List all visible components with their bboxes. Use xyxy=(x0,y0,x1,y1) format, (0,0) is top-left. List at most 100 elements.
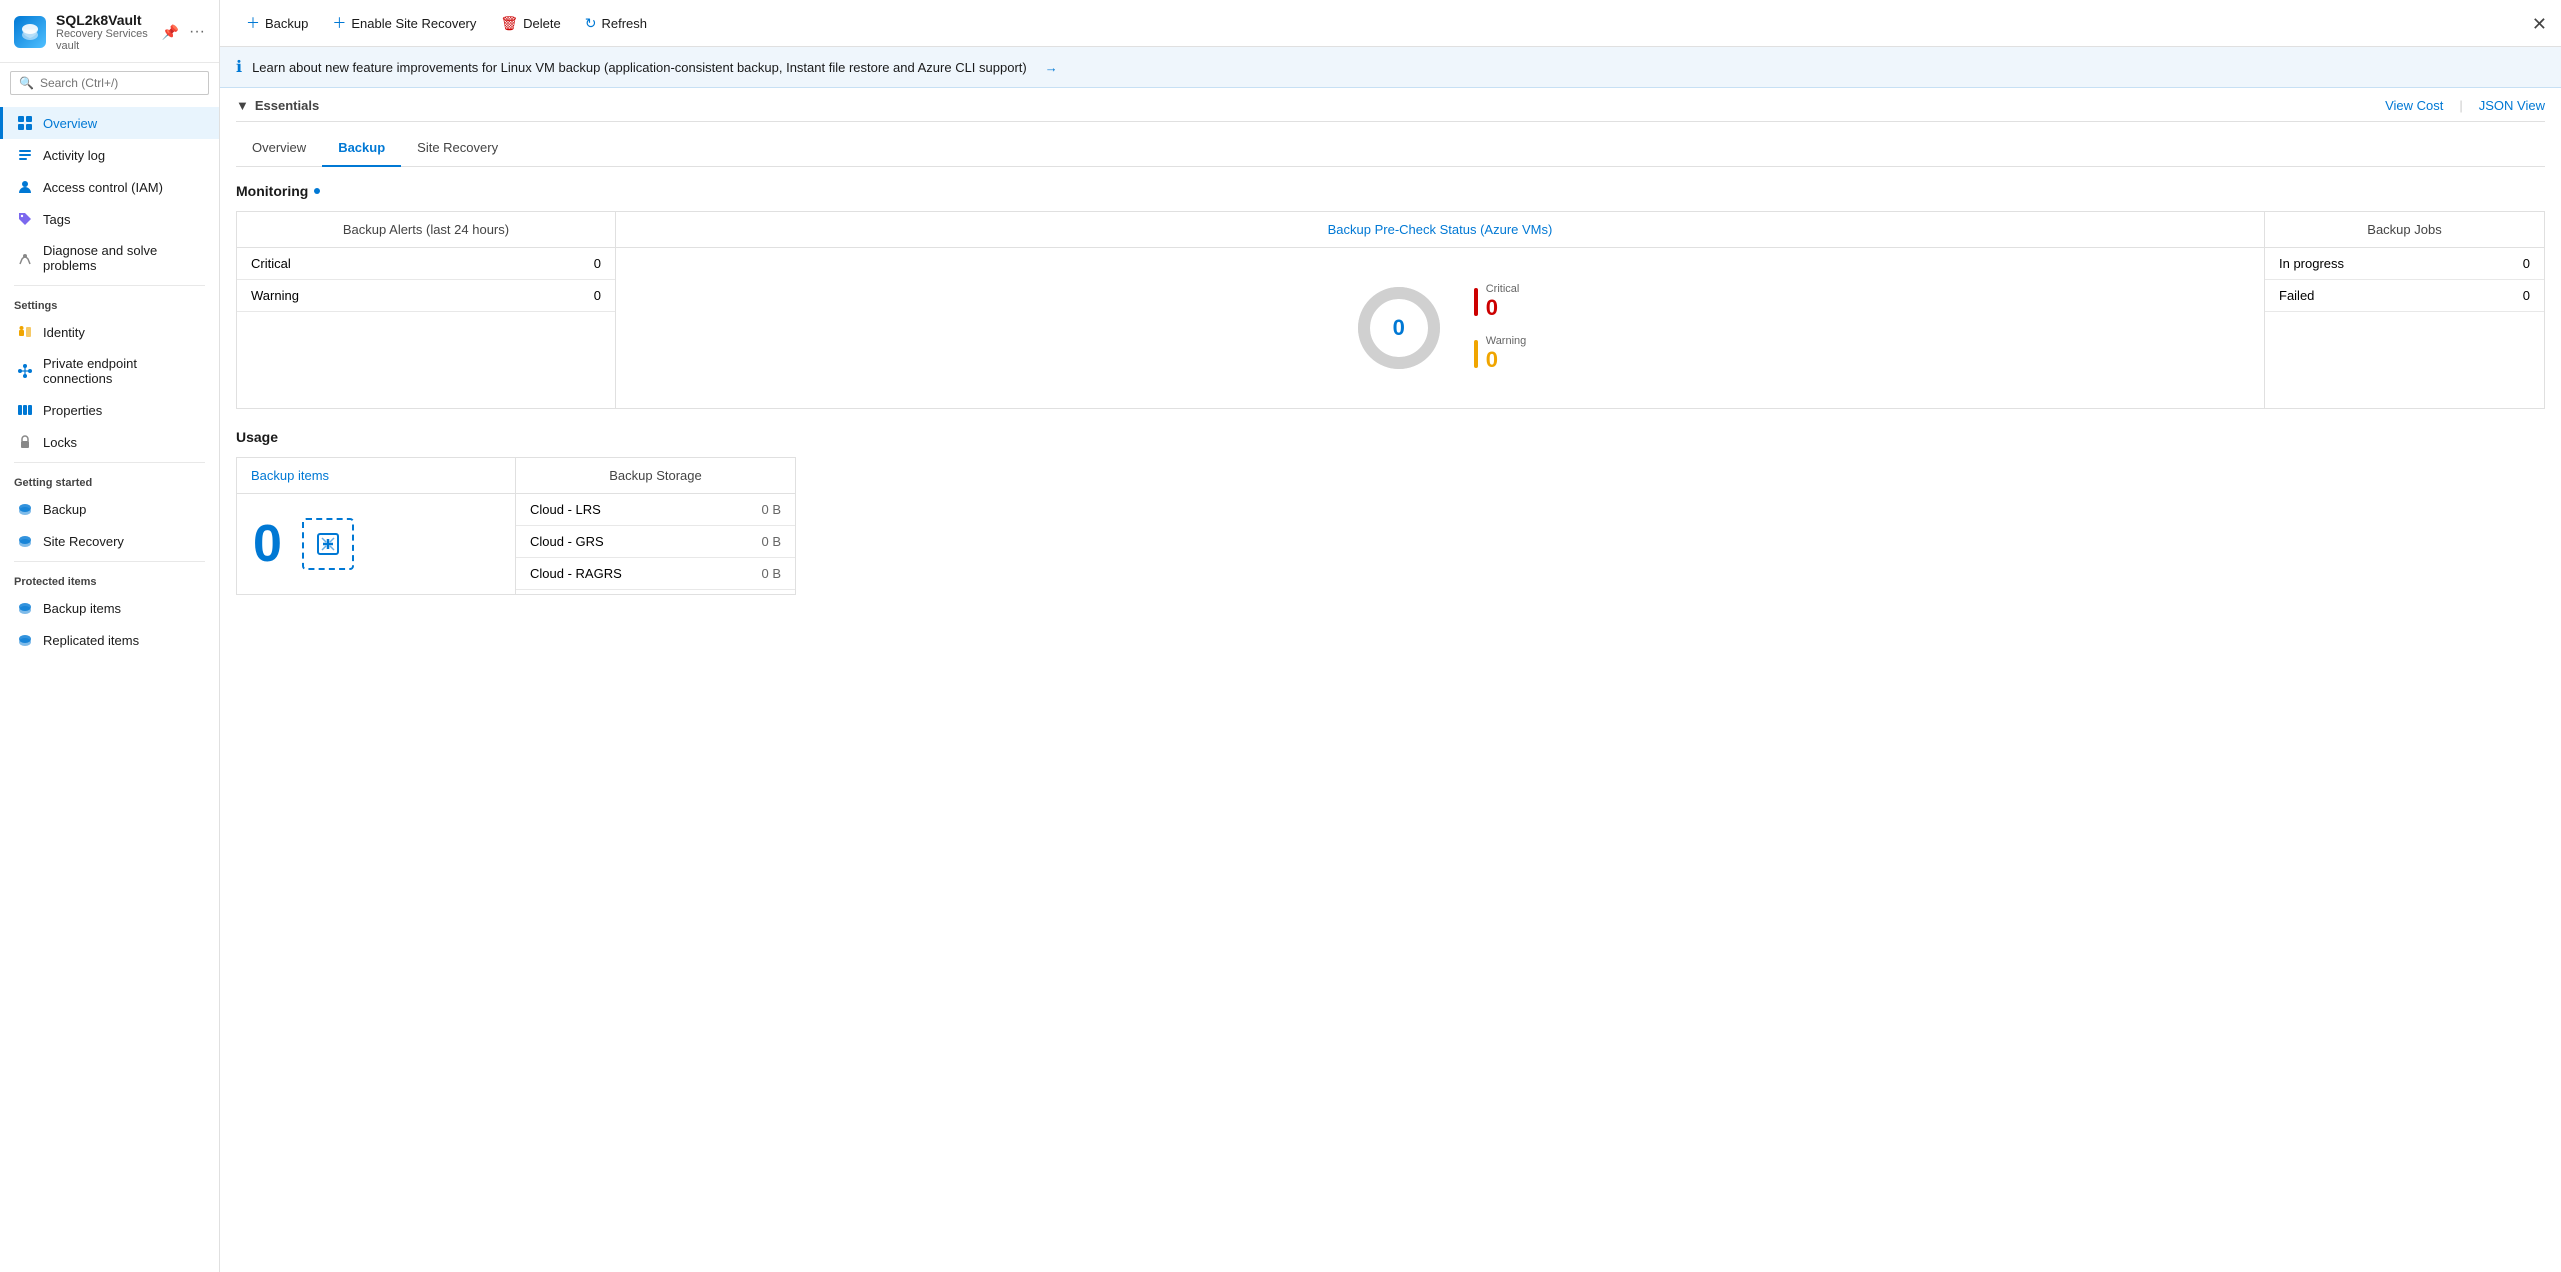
job-row-inprogress[interactable]: In progress 0 xyxy=(2265,248,2544,280)
storage-row-lrs[interactable]: Cloud - LRS 0 B xyxy=(516,494,795,526)
sidebar-item-diagnose[interactable]: Diagnose and solve problems xyxy=(0,235,219,281)
sidebar-label-diagnose: Diagnose and solve problems xyxy=(43,243,205,273)
storage-ragrs-label: Cloud - RAGRS xyxy=(516,558,716,590)
sidebar-item-activity-log[interactable]: Activity log xyxy=(0,139,219,171)
protected-items-section-label: Protected items xyxy=(0,566,219,592)
critical-value: 0 xyxy=(1486,295,1520,321)
backup-items-card: Backup items 0 xyxy=(236,457,516,595)
toolbar: ＋ Backup ＋ Enable Site Recovery 🗑 Delete… xyxy=(220,0,2561,47)
storage-row-ragrs[interactable]: Cloud - RAGRS 0 B xyxy=(516,558,795,590)
backup-storage-header: Backup Storage xyxy=(516,458,795,494)
backup-items-title: Backup items xyxy=(251,468,329,483)
job-row-failed[interactable]: Failed 0 xyxy=(2265,280,2544,312)
sidebar-item-identity[interactable]: Identity xyxy=(0,316,219,348)
storage-row-grs[interactable]: Cloud - GRS 0 B xyxy=(516,526,795,558)
job-failed-value: 0 xyxy=(2467,280,2544,312)
alert-row-warning[interactable]: Warning 0 xyxy=(237,280,615,312)
backup-items-icon xyxy=(17,600,33,616)
sidebar-search-box[interactable]: 🔍 xyxy=(10,71,209,95)
window-close-button[interactable]: ✕ xyxy=(2532,14,2547,35)
storage-grs-label: Cloud - GRS xyxy=(516,526,716,558)
pin-icon[interactable]: 📌 xyxy=(162,24,179,41)
backup-items-header[interactable]: Backup items xyxy=(237,458,515,494)
enable-site-recovery-button[interactable]: ＋ Enable Site Recovery xyxy=(322,8,486,38)
backup-alerts-table: Critical 0 Warning 0 xyxy=(237,248,615,312)
search-input[interactable] xyxy=(40,76,200,90)
tab-overview[interactable]: Overview xyxy=(236,134,322,167)
backup-storage-title: Backup Storage xyxy=(609,468,702,483)
more-icon[interactable]: ··· xyxy=(189,23,205,41)
sidebar-label-private-endpoint: Private endpoint connections xyxy=(43,356,205,386)
sidebar-item-access-control[interactable]: Access control (IAM) xyxy=(0,171,219,203)
sidebar-label-site-recovery: Site Recovery xyxy=(43,534,124,549)
enable-site-recovery-label: Enable Site Recovery xyxy=(351,16,476,31)
sidebar-label-backup-items: Backup items xyxy=(43,601,121,616)
tab-site-recovery[interactable]: Site Recovery xyxy=(401,134,514,167)
tab-backup[interactable]: Backup xyxy=(322,134,401,167)
backup-storage-card: Backup Storage Cloud - LRS 0 B Cloud - G… xyxy=(516,457,796,595)
sidebar-item-site-recovery[interactable]: Site Recovery xyxy=(0,525,219,557)
sidebar-item-backup[interactable]: Backup xyxy=(0,493,219,525)
storage-lrs-value: 0 B xyxy=(716,494,795,526)
sidebar-item-private-endpoint[interactable]: Private endpoint connections xyxy=(0,348,219,394)
sidebar-item-backup-items[interactable]: Backup items xyxy=(0,592,219,624)
storage-lrs-label: Cloud - LRS xyxy=(516,494,716,526)
alert-warning-value: 0 xyxy=(495,280,615,312)
alert-row-critical[interactable]: Critical 0 xyxy=(237,248,615,280)
tabs-bar: Overview Backup Site Recovery xyxy=(236,122,2545,167)
view-cost-link[interactable]: View Cost xyxy=(2385,98,2443,113)
sidebar-label-locks: Locks xyxy=(43,435,77,450)
legend-critical: Critical 0 xyxy=(1474,283,1527,321)
precheck-header[interactable]: Backup Pre-Check Status (Azure VMs) xyxy=(616,212,2264,248)
backup-items-icon-box xyxy=(302,518,354,570)
diagnose-icon xyxy=(17,250,33,266)
donut-chart: 0 xyxy=(1354,283,1444,373)
activity-log-icon xyxy=(17,147,33,163)
refresh-icon: ↻ xyxy=(585,15,597,32)
backup-items-body: 0 xyxy=(237,494,515,594)
job-inprogress-label: In progress xyxy=(2265,248,2467,280)
alert-critical-value: 0 xyxy=(495,248,615,280)
sidebar-label-access-control: Access control (IAM) xyxy=(43,180,163,195)
usage-title-text: Usage xyxy=(236,429,278,445)
sidebar-vault-type: Recovery Services vault xyxy=(56,28,152,52)
content-area: ▼ Essentials View Cost | JSON View Overv… xyxy=(220,88,2561,1272)
warning-value: 0 xyxy=(1486,347,1527,373)
info-banner-arrow[interactable]: → xyxy=(1045,60,1058,75)
json-view-link[interactable]: JSON View xyxy=(2479,98,2545,113)
job-inprogress-value: 0 xyxy=(2467,248,2544,280)
usage-section-title: Usage xyxy=(236,429,2545,445)
alert-critical-label: Critical xyxy=(237,248,495,280)
essentials-toggle[interactable]: ▼ Essentials xyxy=(236,98,319,113)
sidebar-label-backup: Backup xyxy=(43,502,86,517)
backup-jobs-header: Backup Jobs xyxy=(2265,212,2544,248)
protected-items-divider xyxy=(14,561,205,562)
backup-icon xyxy=(17,501,33,517)
sidebar-item-locks[interactable]: Locks xyxy=(0,426,219,458)
refresh-button[interactable]: ↻ Refresh xyxy=(575,10,657,37)
sidebar-item-tags[interactable]: Tags xyxy=(0,203,219,235)
alert-warning-label: Warning xyxy=(237,280,495,312)
backup-button[interactable]: ＋ Backup xyxy=(236,8,318,38)
sidebar-label-tags: Tags xyxy=(43,212,70,227)
job-failed-label: Failed xyxy=(2265,280,2467,312)
sidebar-item-properties[interactable]: Properties xyxy=(0,394,219,426)
enable-site-recovery-icon: ＋ xyxy=(332,13,346,33)
warning-label: Warning xyxy=(1486,335,1527,347)
warning-legend-text: Warning 0 xyxy=(1486,335,1527,373)
storage-ragrs-value: 0 B xyxy=(716,558,795,590)
sidebar-title-block: SQL2k8Vault Recovery Services vault xyxy=(56,12,152,52)
sidebar-item-overview[interactable]: Overview xyxy=(0,107,219,139)
search-icon: 🔍 xyxy=(19,76,34,90)
access-control-icon xyxy=(17,179,33,195)
identity-icon xyxy=(17,324,33,340)
info-banner: ℹ Learn about new feature improvements f… xyxy=(220,47,2561,88)
monitoring-dot xyxy=(314,188,320,194)
sidebar-item-replicated-items[interactable]: Replicated items xyxy=(0,624,219,656)
essentials-title-text: Essentials xyxy=(255,98,319,113)
getting-started-section-label: Getting started xyxy=(0,467,219,493)
critical-bar xyxy=(1474,288,1478,316)
info-banner-text: Learn about new feature improvements for… xyxy=(252,60,1027,75)
delete-button[interactable]: 🗑 Delete xyxy=(490,10,570,37)
backup-toolbar-icon: ＋ xyxy=(246,13,260,33)
